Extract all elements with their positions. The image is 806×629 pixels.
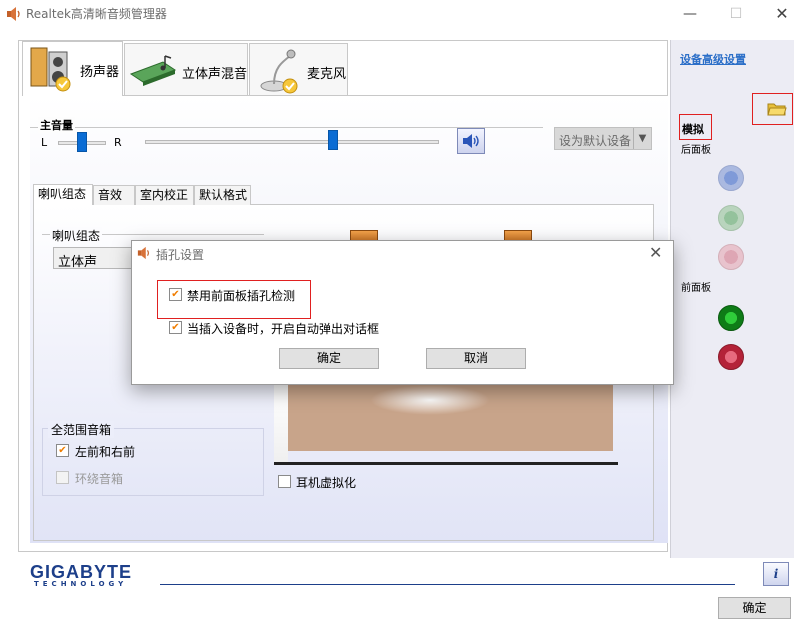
balance-slider-thumb[interactable] [77, 132, 87, 152]
rear-jack-pink-icon[interactable] [718, 244, 744, 270]
tab-microphone-label: 麦克风 [307, 67, 347, 82]
mute-button[interactable] [457, 128, 485, 154]
listener-glow [370, 385, 490, 415]
balance-right-label: R [114, 136, 122, 149]
window-title: Realtek高清晰音频管理器 [26, 7, 167, 21]
speaker-icon [7, 7, 20, 21]
info-button[interactable]: i [763, 562, 789, 586]
speaker-config-select[interactable]: 立体声 [53, 247, 143, 270]
room-floor-edge [274, 462, 618, 465]
dialog-cancel-button[interactable]: 取消 [426, 348, 526, 369]
balance-left-label: L [41, 136, 48, 149]
speaker-config-label: 喇叭组态 [50, 227, 103, 244]
chevron-down-icon[interactable]: ▼ [633, 128, 651, 149]
maximize-button[interactable]: ☐ [714, 0, 758, 28]
advanced-settings-link[interactable]: 设备高级设置 [680, 51, 746, 67]
front-panel-label: 前面板 [681, 283, 711, 294]
dialog-ok-button[interactable]: 确定 [279, 348, 379, 369]
folder-icon[interactable] [767, 101, 787, 116]
auto-popup-label: 当插入设备时，开启自动弹出对话框 [187, 322, 380, 336]
tab-speakers[interactable]: 扬声器 [22, 41, 123, 96]
set-default-device-label: 设为默认设备 [559, 134, 632, 148]
front-jack-pink-icon[interactable] [718, 344, 744, 370]
speaker-icon [137, 246, 149, 260]
analog-label: 模拟 [682, 123, 704, 136]
subtab-room-correction[interactable]: 室内校正 [135, 185, 194, 205]
subtab-default-format[interactable]: 默认格式 [194, 185, 251, 205]
tab-microphone[interactable]: 麦克风 [249, 43, 348, 95]
footer-divider [160, 584, 735, 585]
tab-stereo-mix[interactable]: 立体声混音 [124, 43, 248, 95]
volume-slider-thumb[interactable] [328, 130, 338, 150]
rear-jack-green-icon[interactable] [718, 205, 744, 231]
auto-popup-checkbox[interactable]: ✔ [169, 321, 182, 334]
gigabyte-logo-sub: TECHNOLOGY [34, 580, 128, 588]
surround-checkbox[interactable] [56, 471, 69, 484]
disable-front-jack-detect-checkbox[interactable]: ✔ [169, 288, 182, 301]
main-volume-label: 主音量 [38, 117, 75, 133]
headphone-virtualization-checkbox[interactable] [278, 475, 291, 488]
set-default-device-button[interactable]: 设为默认设备 ▼ [554, 127, 652, 150]
front-lr-label: 左前和右前 [75, 445, 136, 459]
front-jack-green-icon[interactable] [718, 305, 744, 331]
volume-icon [463, 134, 479, 148]
mixer-card-icon [129, 55, 177, 86]
tab-speakers-label: 扬声器 [80, 65, 120, 80]
volume-slider-track[interactable] [145, 140, 439, 144]
disable-front-jack-detect-label: 禁用前面板插孔检测 [187, 289, 296, 303]
microphone-icon [260, 49, 298, 94]
jack-settings-dialog: 插孔设置 ✕ ✔ 禁用前面板插孔检测 ✔ 当插入设备时，开启自动弹出对话框 确定… [131, 240, 674, 385]
speaker-icon [30, 47, 71, 92]
headphone-virtualization-label: 耳机虚拟化 [296, 476, 357, 490]
close-button[interactable]: ✕ [760, 0, 804, 28]
subtab-effects[interactable]: 音效 [93, 185, 135, 205]
minimize-button[interactable]: — [668, 0, 712, 28]
tab-stereo-mix-label: 立体声混音 [182, 67, 248, 82]
ok-button[interactable]: 确定 [718, 597, 791, 619]
fullrange-label: 全范围音箱 [48, 421, 115, 438]
surround-label: 环绕音箱 [75, 472, 124, 486]
subtab-speaker-config[interactable]: 喇叭组态 [33, 184, 93, 205]
dialog-title: 插孔设置 [156, 248, 205, 262]
front-lr-checkbox[interactable]: ✔ [56, 444, 69, 457]
rear-panel-label: 后面板 [681, 145, 711, 156]
room-wall [274, 385, 288, 465]
dialog-close-button[interactable]: ✕ [649, 243, 662, 262]
rear-jack-blue-icon[interactable] [718, 165, 744, 191]
